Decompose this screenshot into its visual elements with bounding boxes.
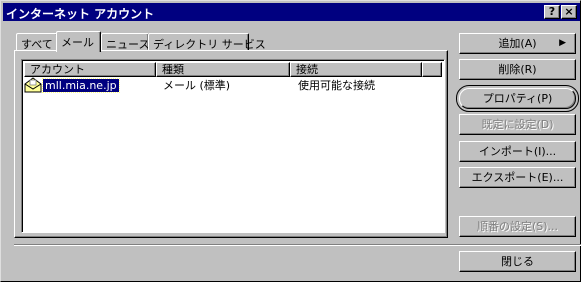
tab-mail[interactable]: メール bbox=[56, 31, 101, 52]
column-header-filler bbox=[422, 62, 442, 77]
properties-button[interactable]: プロパティ(P) bbox=[456, 85, 579, 112]
title-bar: インターネット アカウント ? × bbox=[3, 3, 580, 21]
tab-directory-service[interactable]: ディレクトリ サービス bbox=[148, 33, 266, 51]
window-title: インターネット アカウント bbox=[6, 7, 155, 21]
close-window-button[interactable]: × bbox=[561, 5, 577, 19]
add-button[interactable]: 追加(A) ▶ bbox=[459, 33, 576, 54]
internet-accounts-dialog: インターネット アカウント ? × すべて メール ニュース ディレクトリ サー… bbox=[0, 0, 581, 282]
remove-button[interactable]: 削除(R) bbox=[459, 59, 576, 80]
triangle-right-icon: ▶ bbox=[559, 38, 566, 48]
account-connection-cell: 使用可能な接続 bbox=[298, 79, 375, 92]
separator bbox=[14, 244, 581, 246]
column-header-account[interactable]: アカウント bbox=[24, 62, 156, 77]
tab-all[interactable]: すべて bbox=[16, 33, 58, 51]
account-name-cell[interactable]: mll.mia.ne.jp bbox=[42, 78, 120, 93]
account-type-cell: メール (標準) bbox=[163, 79, 231, 92]
close-button[interactable]: 閉じる bbox=[459, 251, 576, 272]
column-header-type[interactable]: 種類 bbox=[156, 62, 290, 77]
tab-news[interactable]: ニュース bbox=[101, 33, 149, 51]
mail-account-icon bbox=[24, 77, 42, 93]
set-order-button[interactable]: 順番の設定(S)... bbox=[459, 216, 576, 237]
help-button[interactable]: ? bbox=[544, 5, 560, 19]
account-name: mll.mia.ne.jp bbox=[42, 78, 120, 93]
export-button[interactable]: エクスポート(E)... bbox=[459, 167, 576, 188]
column-header-connection[interactable]: 接続 bbox=[290, 62, 422, 77]
set-default-button[interactable]: 既定に設定(D) bbox=[459, 114, 576, 135]
import-button[interactable]: インポート(I)... bbox=[459, 141, 576, 162]
account-list[interactable]: アカウント 種類 接続 mll.mia.ne.jp メール (標準) 使用可能な… bbox=[21, 59, 445, 233]
add-button-label: 追加(A) bbox=[498, 37, 537, 50]
